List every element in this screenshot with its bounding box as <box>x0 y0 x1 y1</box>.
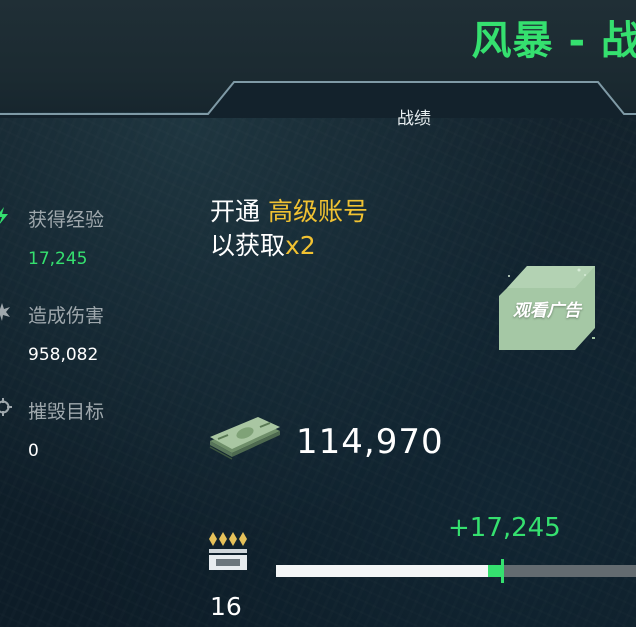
stat-experience-value: 17,245 <box>28 249 88 269</box>
xp-progress-bar <box>276 559 636 583</box>
promo-line-2-prefix: 以获取 <box>210 231 286 260</box>
tab-frame <box>0 81 636 118</box>
tab-battle-record[interactable]: 战绩 <box>376 104 452 129</box>
lightning-icon <box>0 207 8 224</box>
stat-damage-label: 造成伤害 <box>28 305 105 327</box>
stat-damage-value: 958,082 <box>28 345 99 365</box>
promo-line-1-prefix: 开通 <box>210 197 261 226</box>
page-title: 风暴 - 战 <box>471 18 636 64</box>
explosion-icon <box>0 303 10 321</box>
xp-progress-fill <box>276 565 489 577</box>
watch-ad-button[interactable]: 观看广告 <box>499 266 595 350</box>
crosshair-icon <box>0 398 12 416</box>
premium-promo[interactable]: 开通 高级账号 以获取x2 <box>210 195 368 263</box>
watch-ad-label: 观看广告 <box>513 301 581 321</box>
stat-destroyed-value: 0 <box>28 441 39 461</box>
multiplier-text: x2 <box>285 231 316 260</box>
promo-line-1: 开通 高级账号 <box>210 195 368 229</box>
promo-line-2: 以获取x2 <box>210 229 368 263</box>
xp-gain-text: +17,245 <box>448 513 561 543</box>
stat-destroyed-label: 摧毁目标 <box>28 401 105 423</box>
stat-experience-label: 获得经验 <box>28 209 105 231</box>
premium-account-link[interactable]: 高级账号 <box>268 197 368 226</box>
cash-stack-icon <box>209 417 280 460</box>
rank-insignia-icon <box>209 532 247 570</box>
money-value: 114,970 <box>296 422 444 462</box>
rank-level: 16 <box>210 592 242 621</box>
xp-progress-marker <box>500 559 504 583</box>
